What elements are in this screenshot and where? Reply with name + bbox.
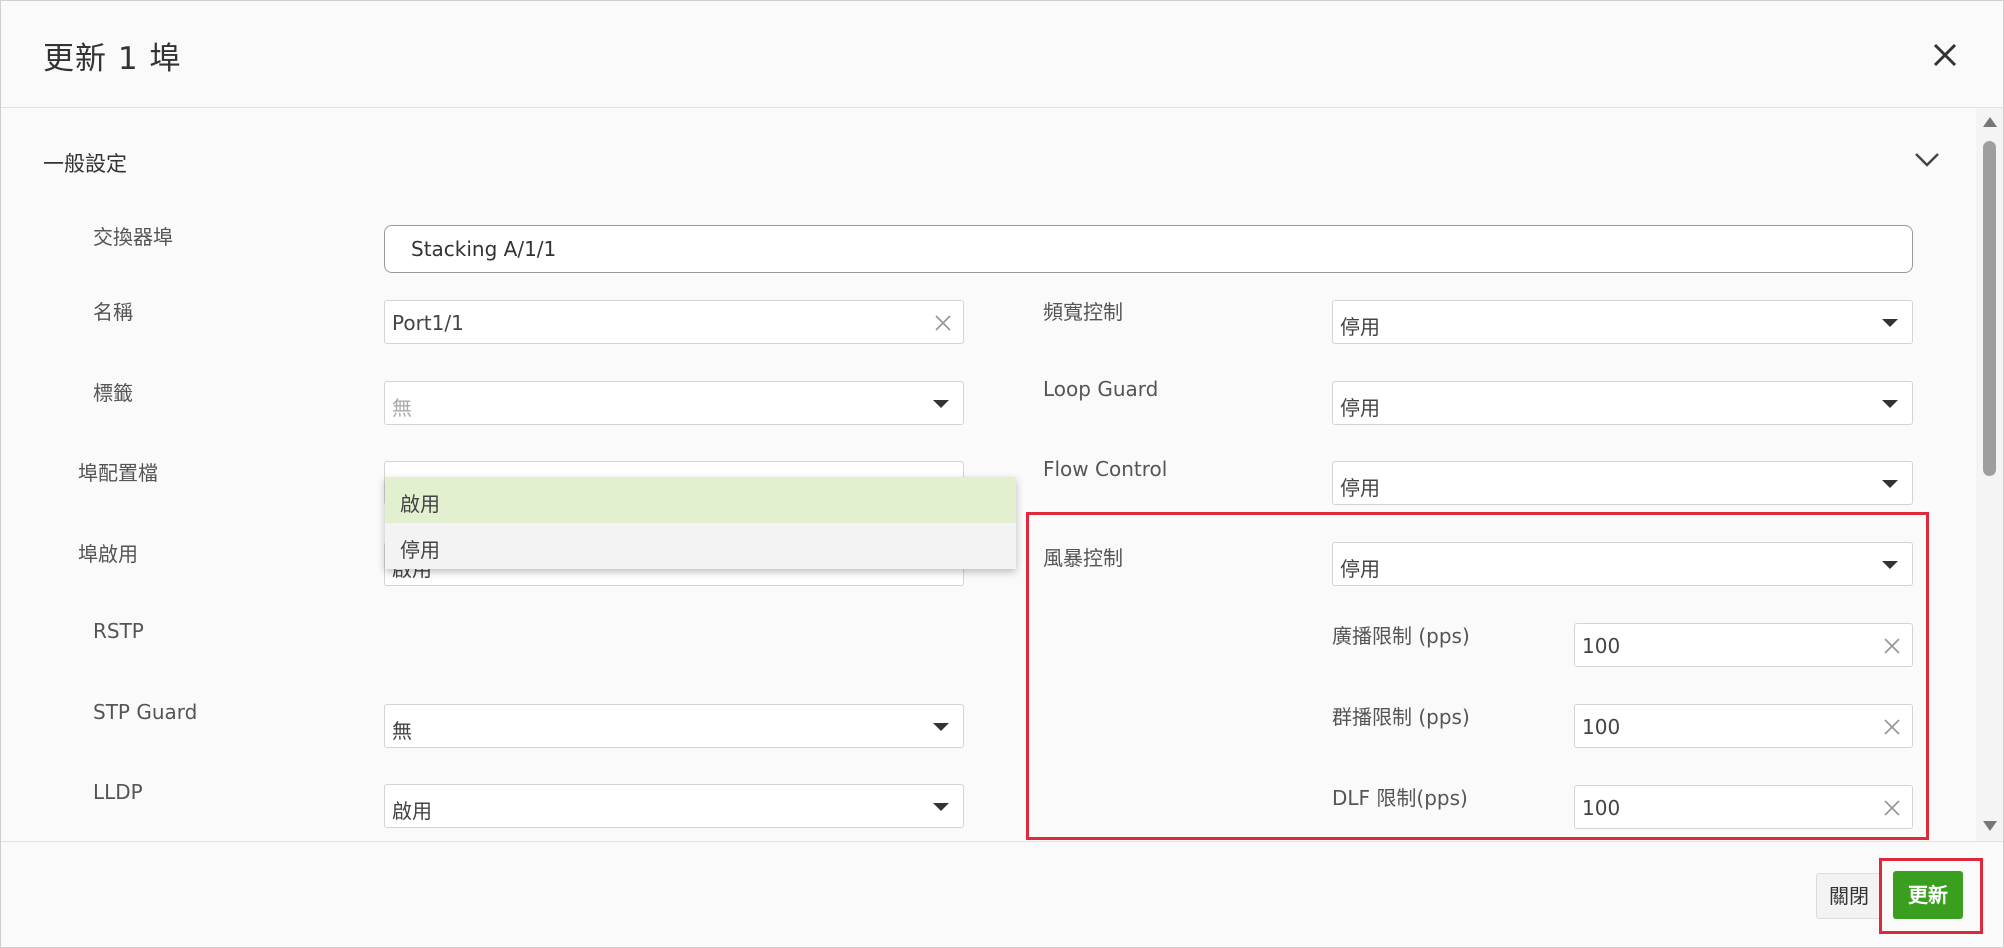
dialog-header: 更新 1 埠 — [1, 1, 2003, 108]
label-loop-guard: Loop Guard — [1043, 377, 1159, 401]
flow-control-value: 停用 — [1340, 476, 1380, 500]
lldp-select[interactable]: 啟用 — [384, 784, 964, 828]
scroll-up-icon[interactable] — [1983, 117, 1997, 127]
port-enable-dropdown: 啟用 停用 — [385, 477, 1016, 569]
chevron-down-icon[interactable] — [1913, 150, 1941, 170]
bandwidth-control-select[interactable]: 停用 — [1332, 300, 1913, 344]
label-name: 名稱 — [93, 300, 133, 324]
label-flow-control: Flow Control — [1043, 457, 1168, 481]
flow-control-select[interactable]: 停用 — [1332, 461, 1913, 505]
stp-guard-value: 無 — [392, 719, 412, 743]
section-title: 一般設定 — [43, 152, 127, 176]
clear-icon[interactable] — [933, 313, 953, 333]
label-port-profile: 埠配置檔 — [78, 461, 158, 485]
dialog-footer — [1, 841, 2003, 948]
scroll-down-icon[interactable] — [1983, 821, 1997, 831]
label-bandwidth-control: 頻寬控制 — [1043, 300, 1123, 324]
update-port-dialog: 更新 1 埠 一般設定 交換器埠 名稱 標籤 埠配置檔 埠啟用 RSTP STP… — [0, 0, 2004, 948]
label-stp-guard: STP Guard — [93, 700, 198, 724]
stp-guard-select[interactable]: 無 — [384, 704, 964, 748]
caret-down-icon — [1882, 319, 1898, 327]
scrollbar-thumb[interactable] — [1983, 141, 1996, 476]
caret-down-icon — [933, 803, 949, 811]
close-button[interactable]: 關閉 — [1816, 873, 1882, 919]
dropdown-option-enable[interactable]: 啟用 — [385, 477, 1016, 523]
caret-down-icon — [933, 400, 949, 408]
close-icon[interactable] — [1929, 39, 1961, 71]
update-button-highlight — [1879, 858, 1983, 934]
caret-down-icon — [933, 723, 949, 731]
loop-guard-value: 停用 — [1340, 396, 1380, 420]
tag-placeholder: 無 — [392, 396, 412, 420]
loop-guard-select[interactable]: 停用 — [1332, 381, 1913, 425]
caret-down-icon — [1882, 400, 1898, 408]
tag-select[interactable]: 無 — [384, 381, 964, 425]
label-lldp: LLDP — [93, 780, 143, 804]
dropdown-option-disable[interactable]: 停用 — [385, 523, 1016, 569]
caret-down-icon — [1882, 480, 1898, 488]
name-value: Port1/1 — [392, 311, 464, 335]
bandwidth-control-value: 停用 — [1340, 315, 1380, 339]
label-rstp: RSTP — [93, 619, 144, 643]
dialog-title: 更新 1 埠 — [43, 41, 182, 77]
label-port-enable: 埠啟用 — [78, 542, 138, 566]
label-switch-port: 交換器埠 — [93, 225, 173, 249]
switch-port-value: Stacking A/1/1 — [411, 237, 557, 261]
lldp-value: 啟用 — [392, 799, 432, 823]
label-tag: 標籤 — [93, 381, 133, 405]
storm-control-highlight — [1026, 512, 1929, 840]
switch-port-field[interactable]: Stacking A/1/1 — [384, 225, 1913, 273]
name-input[interactable]: Port1/1 — [384, 300, 964, 344]
